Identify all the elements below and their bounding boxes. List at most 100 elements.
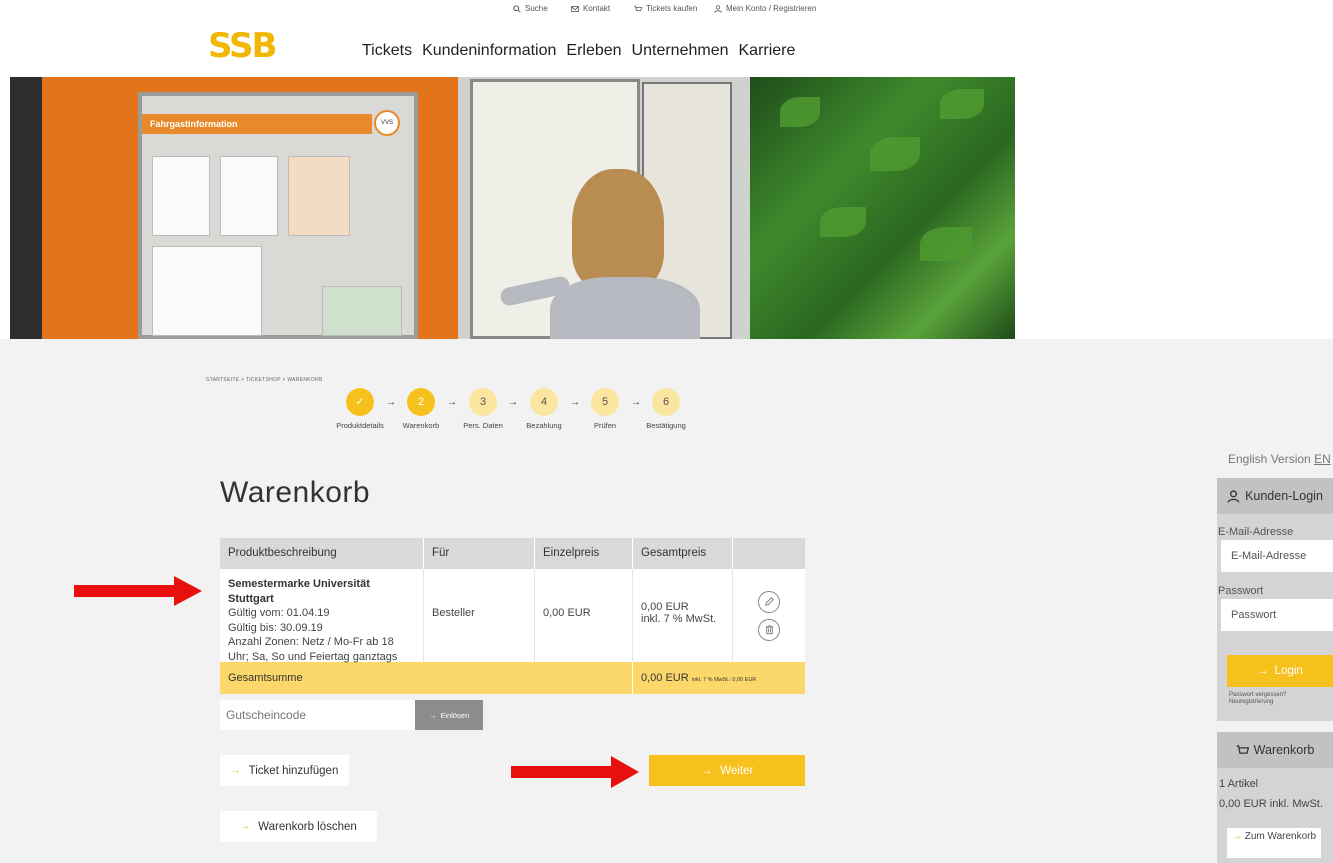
cart-item-count: 1 Artikel xyxy=(1219,778,1259,790)
product-zones: Anzahl Zonen: Netz / Mo-Fr ab 18 Uhr; Sa… xyxy=(228,636,398,663)
step-label: Warenkorb xyxy=(402,421,440,430)
cell-actions xyxy=(733,569,805,662)
english-version-link[interactable]: English Version EN xyxy=(1228,452,1331,466)
col-header-for: Für xyxy=(424,538,535,569)
pencil-icon xyxy=(764,597,774,606)
table-sum-row: Gesamtsumme 0,00 EUR inkl. 7 % MwSt.: 0,… xyxy=(220,662,805,694)
arrow-right-icon: → xyxy=(240,821,251,832)
email-label: E-Mail-Adresse xyxy=(1218,526,1294,538)
redeem-voucher-button[interactable]: → Einlösen xyxy=(415,700,483,730)
annotation-arrow-icon xyxy=(511,756,639,788)
nav-item-karriere[interactable]: Karriere xyxy=(739,42,806,60)
voucher-input[interactable] xyxy=(220,700,415,730)
sum-value: 0,00 EUR xyxy=(641,672,689,684)
step-label: Prüfen xyxy=(593,421,617,430)
clear-cart-button[interactable]: → Warenkorb löschen xyxy=(220,811,377,842)
table-header: Produktbeschreibung Für Einzelpreis Gesa… xyxy=(220,538,805,569)
sum-label: Gesamtsumme xyxy=(220,662,633,694)
breadcrumb[interactable]: STARTSEITE > TICKETSHOP > WARENKORB xyxy=(206,377,323,383)
col-header-actions xyxy=(733,538,805,569)
step-circle: 3 xyxy=(469,388,497,416)
hero-person-body xyxy=(550,277,700,339)
step-circle: 6 xyxy=(652,388,680,416)
hero-person xyxy=(572,169,664,289)
hero-sheet xyxy=(152,246,262,336)
user-icon xyxy=(714,4,722,13)
ssb-logo[interactable]: SSB xyxy=(208,26,277,66)
col-header-unit-price: Einzelpreis xyxy=(535,538,633,569)
utility-tickets-link[interactable]: Tickets kaufen xyxy=(634,4,697,13)
step-bezahlung[interactable]: 4 Bezahlung xyxy=(514,388,574,430)
sum-vat: inkl. 7 % MwSt.: 0,00 EUR xyxy=(691,677,757,683)
table-row: Semestermarke Universität Stuttgart Gült… xyxy=(220,569,805,663)
clear-cart-label: Warenkorb löschen xyxy=(258,820,357,833)
nav-item-tickets[interactable]: Tickets xyxy=(362,42,422,60)
add-ticket-label: Ticket hinzufügen xyxy=(248,764,339,777)
nav-item-unternehmen[interactable]: Unternehmen xyxy=(632,42,739,60)
hero-image: Fahrgastinformation VVS xyxy=(10,77,1015,339)
next-button[interactable]: → Weiter xyxy=(649,755,805,786)
utility-search-link[interactable]: Suche xyxy=(513,4,548,13)
delete-item-button[interactable] xyxy=(758,618,780,641)
checkout-steps: ✓ Produktdetails → 2 Warenkorb → 3 Pers.… xyxy=(330,388,710,434)
cart-total: 0,00 EUR inkl. MwSt. xyxy=(1219,798,1323,810)
cell-for: Besteller xyxy=(424,569,535,662)
hero-leaf xyxy=(780,97,820,127)
mail-icon xyxy=(571,5,579,12)
step-label: Bestätigung xyxy=(646,421,686,430)
arrow-right-icon: → xyxy=(1231,831,1242,842)
arrow-right-icon: → xyxy=(230,765,241,776)
step-bestaetigung[interactable]: 6 Bestätigung xyxy=(636,388,696,430)
register-link[interactable]: Neuregistrierung xyxy=(1229,699,1333,706)
hero-sheet xyxy=(152,156,210,236)
step-label: Pers. Daten xyxy=(463,421,503,430)
forgot-password-link[interactable]: Passwort vergessen? xyxy=(1229,692,1333,699)
hero-leaf xyxy=(820,207,866,237)
cart-box: Warenkorb 1 Artikel 0,00 EUR inkl. MwSt.… xyxy=(1217,732,1333,863)
search-icon xyxy=(513,4,521,13)
step-circle: 4 xyxy=(530,388,558,416)
utility-contact-label: Kontakt xyxy=(583,4,611,13)
step-warenkorb[interactable]: 2 Warenkorb xyxy=(391,388,451,430)
nav-item-kundeninformation[interactable]: Kundeninformation xyxy=(422,42,566,60)
trash-icon xyxy=(765,624,773,635)
utility-account-link[interactable]: Mein Konto / Registrieren xyxy=(714,4,816,13)
total-price-value: 0,00 EUR xyxy=(641,601,689,613)
next-label: Weiter xyxy=(720,764,754,777)
step-produktdetails[interactable]: ✓ Produktdetails xyxy=(330,388,390,430)
product-valid-from: Gültig vom: 01.04.19 xyxy=(228,607,330,619)
step-pruefen[interactable]: 5 Prüfen xyxy=(575,388,635,430)
hero-greenery xyxy=(750,77,1015,339)
step-label: Bezahlung xyxy=(526,421,562,430)
arrow-right-icon: → xyxy=(428,710,437,720)
utility-bar: Suche Kontakt Tickets kaufen Mein Konto … xyxy=(0,4,1333,18)
hero-leaf xyxy=(940,89,984,119)
page-title: Warenkorb xyxy=(220,476,371,509)
to-cart-label: Zum Warenkorb xyxy=(1244,831,1317,842)
step-circle: ✓ xyxy=(346,388,374,416)
utility-contact-link[interactable]: Kontakt xyxy=(571,4,610,13)
login-box: Kunden-Login E-Mail-Adresse E-Mail-Adres… xyxy=(1217,478,1333,721)
edit-item-button[interactable] xyxy=(758,590,780,613)
cart-icon xyxy=(634,5,642,11)
login-button[interactable]: → Login xyxy=(1227,655,1333,687)
nav-item-erleben[interactable]: Erleben xyxy=(566,42,631,60)
email-field[interactable]: E-Mail-Adresse xyxy=(1221,540,1333,572)
password-field[interactable]: Passwort xyxy=(1221,599,1333,631)
product-name: Semestermarke Universität Stuttgart xyxy=(228,578,370,605)
hero-board-header: Fahrgastinformation xyxy=(142,114,372,134)
col-header-total-price: Gesamtpreis xyxy=(633,538,733,569)
add-ticket-button[interactable]: → Ticket hinzufügen xyxy=(220,755,349,786)
step-circle: 2 xyxy=(407,388,435,416)
cell-total-price: 0,00 EUR inkl. 7 % MwSt. xyxy=(633,569,733,662)
hero-leaf xyxy=(870,137,920,171)
cart-icon xyxy=(1236,744,1249,754)
col-header-product: Produktbeschreibung xyxy=(220,538,424,569)
step-label: Produktdetails xyxy=(336,421,384,430)
sum-value-cell: 0,00 EUR inkl. 7 % MwSt.: 0,00 EUR xyxy=(633,662,805,694)
to-cart-button[interactable]: → Zum Warenkorb xyxy=(1227,828,1321,858)
step-pers-daten[interactable]: 3 Pers. Daten xyxy=(453,388,513,430)
user-icon xyxy=(1227,489,1240,503)
total-price-vat: inkl. 7 % MwSt. xyxy=(641,613,717,625)
arrow-right-icon: → xyxy=(700,764,713,777)
